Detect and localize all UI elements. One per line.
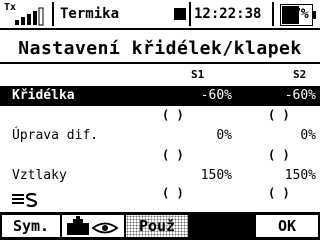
column-header-s2: S2 xyxy=(293,68,307,81)
value-s2[interactable]: 150% xyxy=(236,168,316,184)
model-name: Termika xyxy=(60,6,120,22)
battery-indicator: 57% xyxy=(280,4,316,26)
value-s1[interactable]: -60% xyxy=(152,88,232,104)
switch-slot-s2[interactable]: ( ) xyxy=(268,186,290,200)
value-s2[interactable]: 0% xyxy=(236,128,316,144)
status-divider xyxy=(189,2,191,26)
switch-slot-s2[interactable]: ( ) xyxy=(268,148,290,162)
tx-signal-indicator: Tx xyxy=(2,2,54,26)
servo-view-icon xyxy=(67,216,119,235)
title-divider xyxy=(0,62,320,64)
clock: 12:22:38 xyxy=(194,6,262,22)
softkey-bar: Sym. Použ OK xyxy=(0,212,320,240)
column-header-s1: S1 xyxy=(191,68,205,81)
switch-slot-s2[interactable]: ( ) xyxy=(268,108,290,122)
row-label: Křidélka xyxy=(12,88,75,103)
switch-slot-s1[interactable]: ( ) xyxy=(162,148,184,162)
page-title: Nastavení křidélek/klapek xyxy=(18,38,302,59)
row-ailerons[interactable]: Křidélka -60% -60% xyxy=(0,86,320,106)
signal-strength-icon xyxy=(15,7,44,26)
switch-slot-s1[interactable]: ( ) xyxy=(162,108,184,122)
status-divider xyxy=(272,2,274,26)
use-button[interactable]: Použ xyxy=(126,215,188,237)
use-button-label: Použ xyxy=(138,217,176,235)
value-s1[interactable]: 0% xyxy=(152,128,232,144)
switch-s-icon xyxy=(12,192,38,208)
value-s2[interactable]: -60% xyxy=(236,88,316,104)
battery-percent: 57% xyxy=(285,7,309,22)
ok-button[interactable]: OK xyxy=(256,215,318,237)
sym-button[interactable]: Sym. xyxy=(2,215,60,237)
servo-view-button[interactable] xyxy=(62,215,124,237)
row-label: Vztlaky xyxy=(12,168,67,183)
row-differential[interactable]: Úprava dif. 0% 0% xyxy=(0,126,320,146)
switch-slot-s1[interactable]: ( ) xyxy=(162,186,184,200)
status-bar: Tx Termika 12:22:38 57% xyxy=(0,0,320,30)
value-s1[interactable]: 150% xyxy=(152,168,232,184)
row-label: Úprava dif. xyxy=(12,128,99,143)
row-flaps[interactable]: Vztlaky 150% 150% xyxy=(0,166,320,186)
timer-icon xyxy=(174,8,186,20)
